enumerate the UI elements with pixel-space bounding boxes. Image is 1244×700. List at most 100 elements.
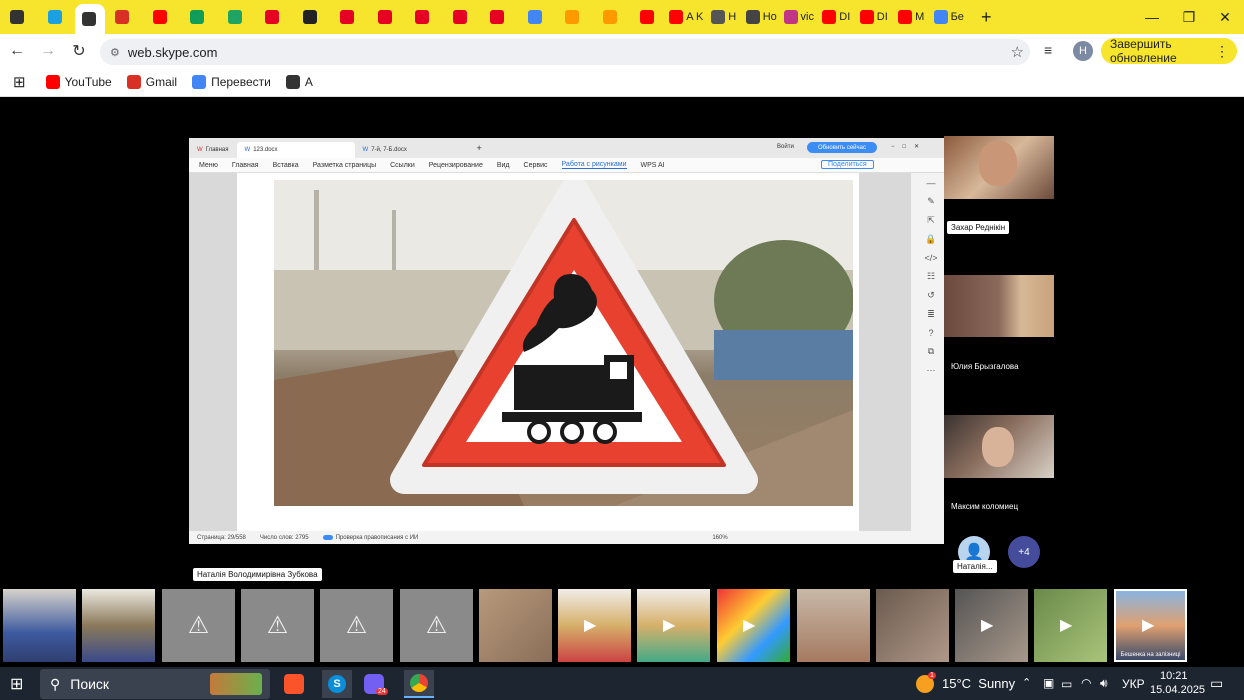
- browser-tab[interactable]: [38, 4, 76, 30]
- browser-tab[interactable]: DI: [855, 4, 893, 30]
- browser-tab[interactable]: [368, 4, 406, 30]
- participant-video-2[interactable]: [944, 275, 1054, 337]
- battery-icon[interactable]: ▭: [1061, 677, 1072, 691]
- participant-video-1[interactable]: [944, 136, 1054, 199]
- more-menu-icon[interactable]: ⋮: [1215, 43, 1229, 60]
- wps-menu-item[interactable]: Ссылки: [390, 162, 415, 169]
- filmstrip-video[interactable]: ▶: [1034, 589, 1107, 662]
- more-dots-icon[interactable]: ⋯: [927, 365, 936, 376]
- browser-tab[interactable]: [518, 4, 556, 30]
- media-control-icon[interactable]: ≡: [1044, 42, 1052, 58]
- wps-menu-item[interactable]: Разметка страницы: [313, 162, 377, 169]
- filmstrip-warning[interactable]: ⚠: [241, 589, 314, 662]
- spellcheck-toggle[interactable]: Проверка правописания с ИИ: [322, 535, 418, 541]
- wps-window-controls[interactable]: −□✕: [891, 143, 927, 150]
- wps-tab-home[interactable]: W Главная: [189, 142, 237, 158]
- clock-date[interactable]: 15.04.2025: [1150, 684, 1205, 696]
- filmstrip-video[interactable]: [876, 589, 949, 662]
- history-icon[interactable]: ↺: [927, 290, 935, 301]
- browser-tab[interactable]: [480, 4, 518, 30]
- browser-tab[interactable]: [255, 4, 293, 30]
- forward-icon[interactable]: →: [34, 37, 62, 65]
- play-icon[interactable]: ▶: [981, 615, 993, 635]
- filmstrip-video[interactable]: ▶: [637, 589, 710, 662]
- browser-tab[interactable]: vic: [780, 4, 818, 30]
- pen-icon[interactable]: ✎: [927, 196, 935, 207]
- back-icon[interactable]: ←: [3, 37, 31, 65]
- filmstrip-video[interactable]: ▶: [955, 589, 1028, 662]
- play-icon[interactable]: ▶: [1060, 615, 1072, 635]
- filmstrip-video[interactable]: [3, 589, 76, 662]
- maximize-icon[interactable]: ❐: [1170, 0, 1208, 34]
- browser-tab[interactable]: [180, 4, 218, 30]
- filmstrip-video-selected[interactable]: ▶ Бешенка на залізниці: [1114, 589, 1187, 662]
- filmstrip-video[interactable]: ▶: [558, 589, 631, 662]
- minus-icon[interactable]: —: [927, 178, 936, 188]
- update-button[interactable]: Завершить обновление ⋮: [1101, 37, 1237, 65]
- avatar[interactable]: H: [1073, 41, 1093, 61]
- windows-start-icon[interactable]: ⊞: [10, 674, 23, 694]
- wps-menu-item[interactable]: Главная: [232, 162, 259, 169]
- browser-tab[interactable]: [218, 4, 256, 30]
- play-icon[interactable]: ▶: [743, 615, 755, 635]
- wps-tab-doc1[interactable]: W 123.docx: [236, 142, 355, 158]
- browser-tab[interactable]: A K: [668, 4, 706, 30]
- bookmark-item[interactable]: Перевести: [192, 75, 271, 89]
- cursor-icon[interactable]: ⇱: [927, 215, 935, 226]
- browser-tab[interactable]: M: [893, 4, 931, 30]
- browser-tab[interactable]: [105, 4, 143, 30]
- volume-icon[interactable]: 🔊︎: [1100, 676, 1108, 691]
- tray-chevron-icon[interactable]: ⌃: [1022, 676, 1031, 689]
- filmstrip-warning[interactable]: ⚠: [400, 589, 473, 662]
- layers-icon[interactable]: ≣: [927, 309, 935, 320]
- filmstrip-video[interactable]: [479, 589, 552, 662]
- minimize-icon[interactable]: —: [1133, 0, 1171, 34]
- wps-menu-item[interactable]: Работа с рисунками: [561, 161, 627, 169]
- browser-tab[interactable]: [330, 4, 368, 30]
- browser-tab[interactable]: [405, 4, 443, 30]
- chrome-icon[interactable]: [404, 670, 434, 698]
- browser-tab[interactable]: [293, 4, 331, 30]
- apps-grid-icon[interactable]: ⊞: [13, 73, 26, 91]
- browser-tab[interactable]: DI: [818, 4, 856, 30]
- play-icon[interactable]: ▶: [584, 615, 596, 635]
- copy-icon[interactable]: ⧉: [928, 346, 934, 357]
- clock-time[interactable]: 10:21: [1160, 670, 1188, 682]
- taskbar-search[interactable]: ⚲ Поиск: [40, 669, 270, 699]
- new-tab-icon[interactable]: +: [968, 4, 1006, 30]
- wps-share-button[interactable]: Поделиться: [821, 160, 874, 169]
- browser-tab[interactable]: [75, 4, 105, 34]
- skype-taskbar-icon[interactable]: S: [322, 670, 352, 698]
- browser-tab[interactable]: [593, 4, 631, 30]
- filmstrip-video[interactable]: [82, 589, 155, 662]
- browser-tab[interactable]: [443, 4, 481, 30]
- settings-sliders-icon[interactable]: ☷: [927, 271, 935, 282]
- notifications-icon[interactable]: ▭: [1210, 675, 1223, 692]
- wps-update-button[interactable]: Обновить сейчас: [807, 142, 877, 153]
- wps-menu-item[interactable]: WPS AI: [641, 162, 665, 169]
- code-icon[interactable]: </>: [924, 253, 937, 263]
- browser-tab[interactable]: [143, 4, 181, 30]
- browser-tab[interactable]: H: [705, 4, 743, 30]
- filmstrip-video[interactable]: [797, 589, 870, 662]
- browser-tab[interactable]: Бе: [930, 4, 968, 30]
- weather-text[interactable]: 15°C Sunny: [942, 676, 1015, 691]
- more-participants-button[interactable]: +4: [1008, 536, 1040, 568]
- reload-icon[interactable]: ↻: [65, 37, 93, 65]
- play-icon[interactable]: ▶: [1142, 615, 1154, 635]
- wps-menu-item[interactable]: Рецензирование: [429, 162, 483, 169]
- site-info-icon[interactable]: ⚙: [110, 46, 120, 59]
- wps-menu-item[interactable]: Вид: [497, 162, 510, 169]
- wps-login[interactable]: Войти: [777, 144, 794, 150]
- filmstrip-warning[interactable]: ⚠: [320, 589, 393, 662]
- brave-icon[interactable]: [284, 674, 304, 694]
- language-indicator[interactable]: УКР: [1122, 677, 1145, 691]
- help-icon[interactable]: ?: [928, 328, 933, 338]
- close-window-icon[interactable]: ✕: [1206, 0, 1244, 34]
- play-icon[interactable]: ▶: [663, 615, 675, 635]
- bookmark-item[interactable]: A: [285, 75, 313, 89]
- new-tab-icon[interactable]: +: [477, 143, 482, 153]
- wifi-icon[interactable]: ◠: [1081, 676, 1091, 690]
- browser-tab[interactable]: [630, 4, 668, 30]
- wps-menu-item[interactable]: Сервис: [524, 162, 548, 169]
